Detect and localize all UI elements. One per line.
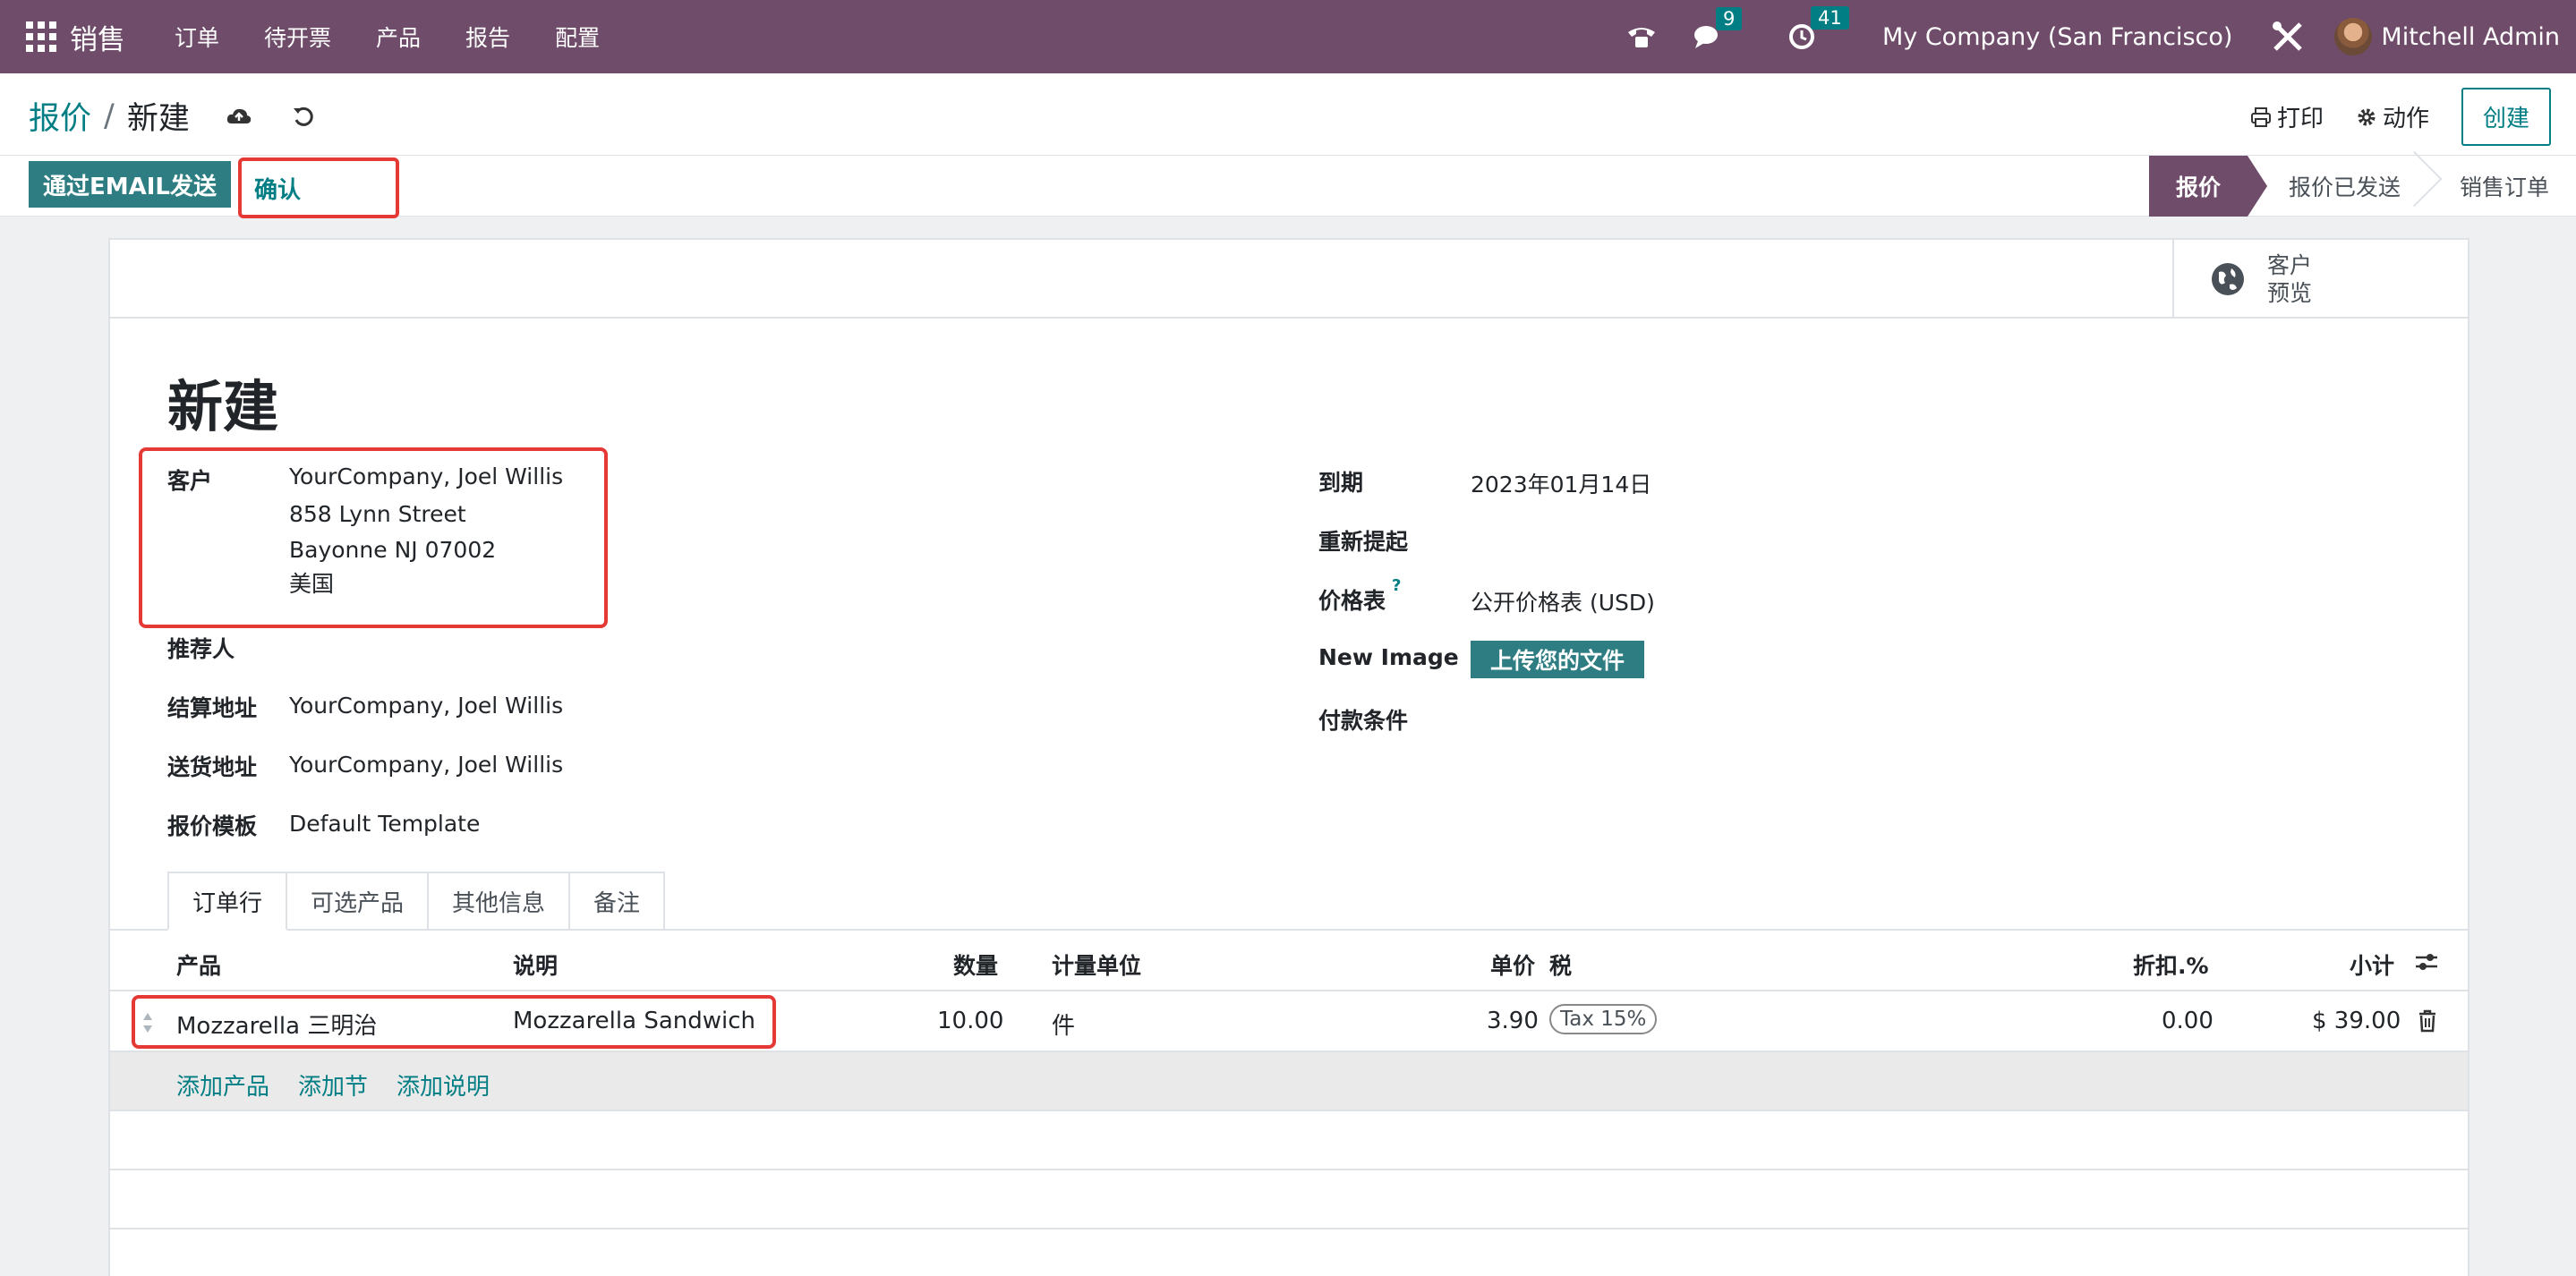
- preview-label-line2: 预览: [2267, 280, 2313, 306]
- add-product-link[interactable]: 添加产品: [176, 1068, 269, 1102]
- menu-reporting[interactable]: 报告: [465, 21, 510, 53]
- confirm-button[interactable]: 确认: [238, 157, 399, 218]
- menu-orders[interactable]: 订单: [175, 21, 219, 53]
- pricelist-help-icon[interactable]: ?: [1392, 576, 1401, 595]
- tax-badge[interactable]: Tax 15%: [1549, 1004, 1658, 1034]
- customer-street: 858 Lynn Street: [289, 501, 466, 527]
- customer-preview-button[interactable]: 客户 预览: [2172, 240, 2468, 319]
- app-name[interactable]: 销售: [70, 17, 125, 57]
- optional-columns-icon[interactable]: [2414, 950, 2439, 979]
- messages-count-badge: 9: [1715, 7, 1743, 30]
- empty-row: [110, 1111, 2468, 1170]
- stage-pipeline: 报价 报价已发送 销售订单: [2148, 156, 2576, 217]
- tab-order-lines[interactable]: 订单行: [167, 872, 288, 931]
- col-subtotal[interactable]: 小计: [2350, 948, 2394, 981]
- menu-configuration[interactable]: 配置: [555, 21, 600, 53]
- breadcrumb-current: 新建: [126, 101, 190, 137]
- row-uom[interactable]: 件: [1052, 1008, 1075, 1041]
- payment-terms-label: 付款条件: [1318, 708, 1409, 734]
- activities-clock-icon[interactable]: 41: [1787, 6, 1849, 51]
- reminder-field[interactable]: [1471, 524, 2276, 551]
- create-button[interactable]: 创建: [2461, 88, 2551, 146]
- referrer-label: 推荐人: [167, 636, 235, 662]
- status-bar: 通过EMAIL发送 确认 报价 报价已发送 销售订单: [0, 156, 2576, 218]
- upload-file-button[interactable]: 上传您的文件: [1471, 641, 1645, 678]
- customer-name: YourCompany, Joel Willis: [289, 464, 564, 489]
- printer-icon: [2250, 106, 2271, 127]
- add-line-row: 添加产品 添加节 添加说明: [110, 1052, 2468, 1111]
- new-image-label: New Image: [1318, 644, 1459, 670]
- print-button[interactable]: 打印: [2250, 100, 2324, 133]
- expiration-label: 到期: [1318, 470, 1364, 496]
- delivery-address-field[interactable]: YourCompany, Joel Willis: [289, 752, 563, 778]
- record-title: 新建: [167, 374, 279, 439]
- add-section-link[interactable]: 添加节: [298, 1068, 368, 1102]
- menu-products[interactable]: 产品: [376, 21, 421, 53]
- user-avatar[interactable]: [2334, 18, 2373, 55]
- company-switcher[interactable]: My Company (San Francisco): [1882, 23, 2232, 51]
- invoice-address-label: 结算地址: [167, 695, 258, 721]
- stage-quotation[interactable]: 报价: [2148, 156, 2267, 217]
- activities-count-badge: 41: [1810, 6, 1849, 30]
- empty-row: [110, 1170, 2468, 1229]
- messages-icon[interactable]: 9: [1693, 7, 1743, 50]
- add-note-link[interactable]: 添加说明: [397, 1068, 490, 1102]
- notebook-tabs: 订单行 可选产品 其他信息 备注: [167, 872, 666, 931]
- payment-terms-field[interactable]: [1471, 703, 2276, 730]
- breadcrumb: 报价 / 新建: [29, 93, 315, 139]
- tab-notes[interactable]: 备注: [570, 872, 666, 931]
- col-discount[interactable]: 折扣.%: [2133, 948, 2209, 981]
- user-menu[interactable]: Mitchell Admin: [2381, 23, 2560, 51]
- quotation-template-label: 报价模板: [167, 813, 258, 839]
- row-discount[interactable]: 0.00: [2162, 1008, 2213, 1034]
- expiration-field[interactable]: 2023年01月14日: [1471, 467, 1651, 499]
- delivery-address-label: 送货地址: [167, 754, 258, 780]
- breadcrumb-separator: /: [104, 98, 115, 134]
- menu-to-invoice[interactable]: 待开票: [264, 21, 331, 53]
- tab-other-info[interactable]: 其他信息: [429, 872, 571, 931]
- action-button[interactable]: 动作: [2356, 100, 2429, 133]
- breadcrumb-quotations-link[interactable]: 报价: [29, 93, 91, 139]
- invoice-address-field[interactable]: YourCompany, Joel Willis: [289, 693, 563, 719]
- apps-grid-icon[interactable]: [21, 17, 61, 56]
- col-description[interactable]: 说明: [513, 948, 558, 981]
- customer-city: Bayonne NJ 07002: [289, 537, 497, 563]
- print-label: 打印: [2276, 106, 2324, 132]
- gear-icon: [2358, 108, 2376, 125]
- button-box: 客户 预览: [110, 240, 2468, 319]
- pricelist-field[interactable]: 公开价格表 (USD): [1471, 585, 1655, 617]
- col-taxes[interactable]: 税: [1549, 948, 1572, 981]
- referrer-field[interactable]: [289, 632, 1095, 659]
- quotation-template-field[interactable]: Default Template: [289, 811, 480, 837]
- debug-tools-icon[interactable]: [2272, 21, 2304, 53]
- customer-field[interactable]: YourCompany, Joel Willis 858 Lynn Street…: [289, 464, 563, 607]
- top-navbar: 销售 订单 待开票 产品 报告 配置 9 41 My Company (San …: [0, 0, 2576, 73]
- col-quantity[interactable]: 数量: [953, 948, 998, 981]
- col-product[interactable]: 产品: [176, 948, 221, 981]
- customer-label: 客户: [167, 468, 213, 494]
- row-subtotal: $ 39.00: [2312, 1008, 2401, 1034]
- col-uom[interactable]: 计量单位: [1052, 948, 1141, 981]
- globe-icon: [2212, 263, 2244, 295]
- row-unit-price[interactable]: 3.90: [1487, 1008, 1539, 1034]
- save-cloud-icon[interactable]: [226, 106, 252, 127]
- reminder-label: 重新提起: [1318, 529, 1409, 555]
- row-quantity[interactable]: 10.00: [937, 1008, 1003, 1034]
- discard-undo-icon[interactable]: [292, 105, 315, 128]
- customer-country: 美国: [289, 571, 335, 597]
- phone-icon[interactable]: [1626, 23, 1657, 50]
- order-lines-header: 产品 说明 数量 计量单位 单价 税 折扣.% 小计: [110, 931, 2468, 991]
- control-panel: 报价 / 新建 打印 动作 创建: [0, 73, 2576, 156]
- action-label: 动作: [2382, 106, 2429, 132]
- form-sheet: 客户 预览 新建 客户 YourCompany, Joel Willis 858…: [108, 238, 2469, 1276]
- stage-quotation-sent[interactable]: 报价已发送: [2248, 156, 2427, 217]
- product-highlight: [132, 995, 776, 1049]
- stage-sales-order[interactable]: 销售订单: [2427, 156, 2576, 217]
- send-by-email-button[interactable]: 通过EMAIL发送: [29, 161, 231, 208]
- col-unit-price[interactable]: 单价: [1490, 948, 1535, 981]
- preview-label-line1: 客户: [2267, 252, 2313, 278]
- pricelist-label: 价格表: [1318, 588, 1386, 614]
- delete-trash-icon[interactable]: [2418, 1009, 2437, 1039]
- tab-optional-products[interactable]: 可选产品: [287, 872, 430, 931]
